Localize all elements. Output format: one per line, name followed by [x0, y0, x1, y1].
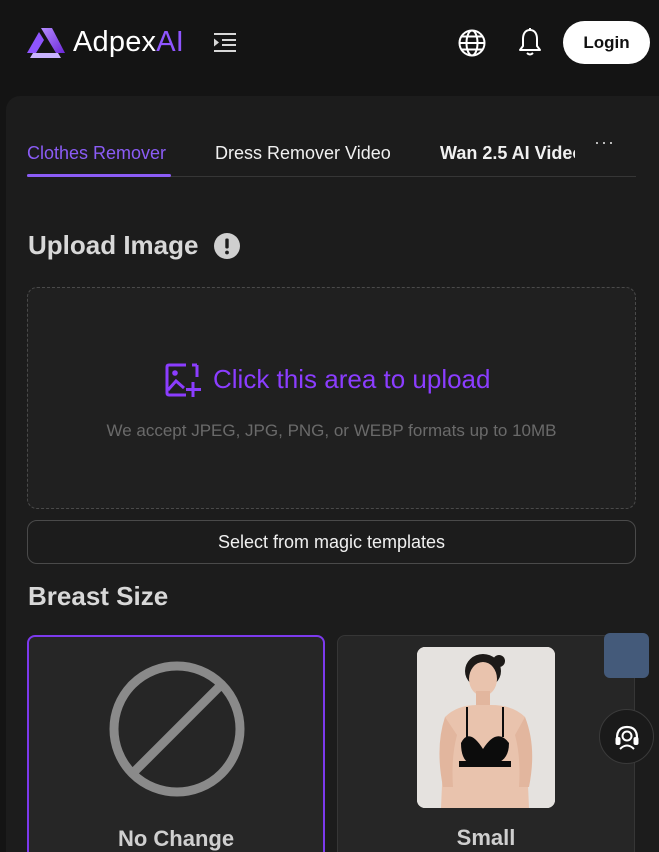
active-tab-indicator — [27, 174, 171, 177]
option-label: Small — [456, 825, 516, 850]
option-no-change[interactable]: No Change — [27, 635, 325, 852]
option-label: No Change — [117, 826, 235, 851]
image-upload-icon — [165, 363, 201, 397]
tab-clothes-remover[interactable]: Clothes Remover — [27, 143, 166, 164]
tab-dress-remover-video[interactable]: Dress Remover Video — [215, 143, 391, 164]
login-button[interactable]: Login — [563, 21, 650, 64]
breast-size-heading: Breast Size — [28, 581, 169, 611]
adpex-logo-icon — [27, 27, 65, 58]
magic-templates-button[interactable]: Select from magic templates — [27, 520, 636, 564]
upload-hint: We accept JPEG, JPG, PNG, or WEBP format… — [106, 421, 557, 440]
logo-text: AdpexAI — [73, 26, 185, 58]
tab-wan-video[interactable]: Wan 2.5 AI Video — [440, 143, 575, 164]
upload-dropzone[interactable]: Click this area to upload We accept JPEG… — [27, 287, 636, 509]
top-header: AdpexAI Login — [0, 0, 659, 86]
tabs-more-button[interactable]: ··· — [594, 132, 615, 153]
option-small[interactable]: Small — [337, 635, 635, 852]
prohibited-icon — [109, 661, 245, 797]
headset-icon — [615, 725, 639, 750]
menu-indent-icon[interactable] — [213, 31, 237, 53]
floating-widget[interactable] — [604, 633, 649, 678]
model-photo — [417, 647, 555, 808]
info-icon[interactable] — [214, 233, 240, 259]
customer-support-button[interactable] — [599, 709, 654, 764]
tab-bar: Clothes Remover Dress Remover Video Wan … — [27, 132, 636, 177]
bell-icon[interactable] — [516, 27, 544, 57]
upload-cta: Click this area to upload — [213, 364, 491, 394]
main-panel: Clothes Remover Dress Remover Video Wan … — [6, 96, 659, 852]
upload-image-heading: Upload Image — [28, 230, 199, 260]
logo[interactable]: AdpexAI — [27, 26, 184, 59]
globe-icon[interactable] — [457, 28, 487, 58]
